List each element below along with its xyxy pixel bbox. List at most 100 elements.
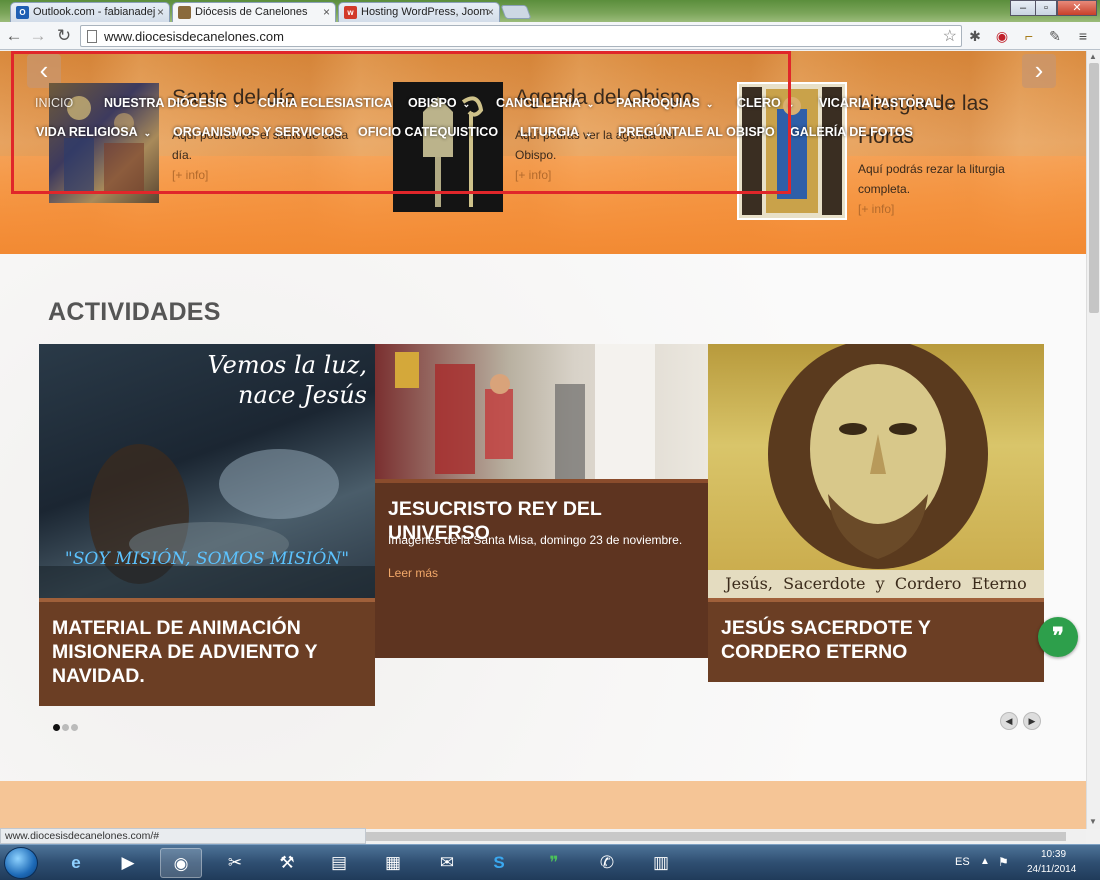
activities-heading: ACTIVIDADES <box>48 298 221 326</box>
clock-time[interactable]: 10:39 <box>1041 849 1066 860</box>
new-tab-button[interactable] <box>500 5 532 19</box>
internet-explorer-icon[interactable]: e <box>55 848 97 878</box>
scroll-up-icon[interactable]: ▲ <box>1089 52 1097 61</box>
menu-label: VICARIA PASTORAL <box>819 96 941 110</box>
outlook-icon: O <box>16 6 29 19</box>
language-indicator[interactable]: ES <box>955 856 970 868</box>
menu-label: ORGANISMOS Y SERVICIOS <box>173 125 343 139</box>
menu-preguntale-obispo[interactable]: PREGÚNTALE AL OBISPO <box>618 125 775 139</box>
address-bar[interactable]: www.diocesisdecanelones.com ☆ <box>80 25 962 47</box>
sticky-notes-icon[interactable]: ✉ <box>426 848 468 878</box>
tab-outlook[interactable]: O Outlook.com - fabianadej × <box>10 2 170 22</box>
minimize-button[interactable]: – <box>1010 0 1036 16</box>
card-caption: JESÚS SACERDOTE Y CORDERO ETERNO <box>708 598 1044 682</box>
snipping-tool-icon[interactable]: ✂ <box>214 848 256 878</box>
eyedropper-extension-icon[interactable]: ✎ <box>1046 27 1064 45</box>
chevron-down-icon: ⌄ <box>143 128 152 138</box>
menu-vicaria-pastoral[interactable]: VICARIA PASTORAL ⌄ <box>819 96 955 110</box>
bookmark-star-icon[interactable]: ☆ <box>943 26 957 46</box>
slide-more-link[interactable]: [+ info] <box>172 168 208 182</box>
app-icon[interactable]: ⚒ <box>266 848 308 878</box>
reload-icon[interactable]: ↻ <box>54 26 74 46</box>
start-button[interactable] <box>4 847 38 879</box>
menu-label: OBISPO <box>408 96 457 110</box>
footer-band <box>0 781 1086 829</box>
carousel-dot[interactable] <box>71 724 78 731</box>
back-icon[interactable]: ← <box>4 26 24 46</box>
menu-liturgia[interactable]: LITURGIA ⌄ <box>520 125 593 139</box>
hosting-icon: w <box>344 6 357 19</box>
tab-title: Diócesis de Canelones <box>195 6 308 18</box>
card-caption: JESUCRISTO REY DEL UNIVERSO Imágenes de … <box>375 479 708 658</box>
calculator-icon[interactable]: ▥ <box>640 848 682 878</box>
close-icon[interactable]: × <box>487 5 494 19</box>
chevron-down-icon: ⌄ <box>705 99 714 109</box>
menu-clero[interactable]: CLERO ⌄ <box>737 96 794 110</box>
menu-vida-religiosa[interactable]: VIDA RELIGIOSA ⌄ <box>36 125 151 139</box>
card-title[interactable]: JESÚS SACERDOTE Y CORDERO ETERNO <box>721 616 1021 664</box>
close-icon[interactable]: × <box>323 5 330 19</box>
outlook-app-icon[interactable]: ✆ <box>586 848 628 878</box>
forward-icon[interactable]: → <box>28 26 48 46</box>
clock-date[interactable]: 24/11/2014 <box>1027 864 1076 875</box>
skype-icon[interactable]: S <box>478 848 520 878</box>
menu-obispo[interactable]: OBISPO ⌄ <box>408 96 470 110</box>
menu-inicio[interactable]: INICIO <box>35 96 73 110</box>
carousel-next-button[interactable]: ▶ <box>1023 712 1041 730</box>
chevron-down-icon: ⌄ <box>947 99 955 109</box>
activity-card[interactable]: Vemos la luz, nace Jesús "SOY MISIÓN, SO… <box>39 344 375 706</box>
menu-galeria-fotos[interactable]: GALERÍA DE FOTOS <box>790 125 913 139</box>
scroll-thumb[interactable] <box>1089 63 1099 313</box>
tab-title: Hosting WordPress, Joom <box>361 6 489 18</box>
vertical-scrollbar[interactable]: ▲ ▼ <box>1086 51 1100 829</box>
card-desc: Imágenes de la Santa Misa, domingo 23 de… <box>388 533 683 547</box>
file-explorer-icon[interactable]: ▤ <box>318 848 360 878</box>
browser-tab-strip: O Outlook.com - fabianadej × Diócesis de… <box>0 0 1100 22</box>
chrome-icon[interactable]: ◉ <box>160 848 202 878</box>
slide-more-link[interactable]: [+ info] <box>858 202 894 216</box>
card-title[interactable]: MATERIAL DE ANIMACIÓN MISIONERA DE ADVIE… <box>52 616 352 688</box>
jesus-icon-art <box>768 344 988 569</box>
menu-nuestra-diocesis[interactable]: NUESTRA DIÓCESIS ⌄ <box>104 96 241 110</box>
menu-icon[interactable]: ≡ <box>1074 27 1092 45</box>
tab-diocesis[interactable]: Diócesis de Canelones × <box>172 2 336 22</box>
chevron-down-icon: ⌄ <box>585 128 593 138</box>
hscroll-thumb[interactable] <box>366 832 1066 841</box>
menu-curia-eclesiastica[interactable]: CURIA ECLESIASTICA <box>258 96 392 110</box>
activity-card[interactable]: JESUCRISTO REY DEL UNIVERSO Imágenes de … <box>375 344 708 658</box>
mass-photo-image <box>375 344 708 479</box>
close-window-button[interactable]: ✕ <box>1057 0 1097 16</box>
apps-grid-icon[interactable]: ▦ <box>372 848 414 878</box>
tab-hosting[interactable]: w Hosting WordPress, Joom × <box>338 2 500 22</box>
menu-oficio-catequistico[interactable]: OFICIO CATEQUISTICO <box>358 125 498 139</box>
activity-card[interactable]: Jesús, Sacerdote y Cordero Eterno JESÚS … <box>708 344 1044 682</box>
media-player-icon[interactable]: ▶ <box>107 848 149 878</box>
slide-more-link[interactable]: [+ info] <box>515 168 551 182</box>
flag-icon[interactable]: ⚑ <box>998 855 1009 869</box>
carousel-prev-button[interactable]: ◀ <box>1000 712 1018 730</box>
menu-organismos-servicios[interactable]: ORGANISMOS Y SERVICIOS <box>173 125 343 139</box>
nativity-image-text: Vemos la luz, nace Jesús <box>207 350 367 410</box>
menu-label: NUESTRA DIÓCESIS <box>104 96 228 110</box>
carousel-dot[interactable] <box>53 724 60 731</box>
menu-label: PREGÚNTALE AL OBISPO <box>618 125 775 139</box>
menu-cancilleria[interactable]: CANCILLERÍA ⌄ <box>496 96 594 110</box>
menu-parroquias[interactable]: PARROQUIAS ⌄ <box>616 96 713 110</box>
menu-label: GALERÍA DE FOTOS <box>790 125 913 139</box>
scroll-down-icon[interactable]: ▼ <box>1089 817 1097 826</box>
quote-chat-button[interactable]: ❞ <box>1038 617 1078 657</box>
close-icon[interactable]: × <box>157 5 164 19</box>
read-more-link[interactable]: Leer más <box>388 566 438 580</box>
extension-puzzle-icon[interactable]: ✱ <box>966 27 984 45</box>
image-text-line: nace Jesús <box>238 381 367 409</box>
maximize-button[interactable]: ▫ <box>1035 0 1057 16</box>
carousel-dot[interactable] <box>62 724 69 731</box>
key-extension-icon[interactable]: ⌐ <box>1020 27 1038 45</box>
hangouts-icon[interactable]: ❞ <box>533 848 575 878</box>
slider-next-button[interactable]: › <box>1022 54 1056 88</box>
tray-arrow-icon[interactable]: ▲ <box>980 856 990 867</box>
horizontal-scrollbar[interactable] <box>366 830 1086 844</box>
tab-title: Outlook.com - fabianadej <box>33 6 156 18</box>
opera-extension-icon[interactable]: ◉ <box>993 27 1011 45</box>
icon-caption-text: Jesús, Sacerdote y Cordero Eterno <box>708 570 1044 598</box>
